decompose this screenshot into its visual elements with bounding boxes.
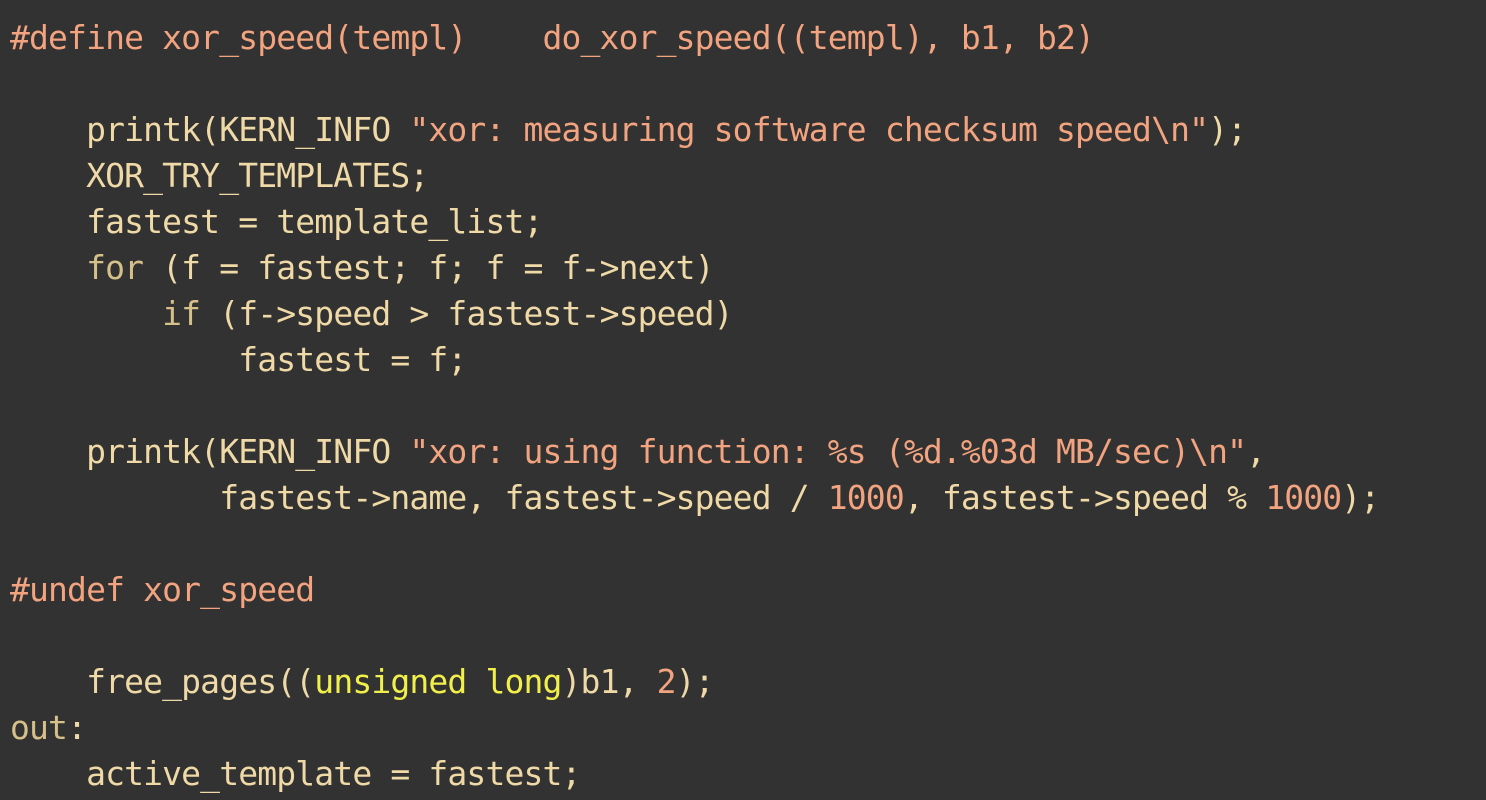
code-line: fastest = template_list;	[0, 199, 1486, 245]
code-line: fastest->name, fastest->speed / 1000, fa…	[0, 475, 1486, 521]
code-line: active_template = fastest;	[0, 751, 1486, 797]
code-token-kw: if	[162, 294, 201, 333]
code-line: out:	[0, 705, 1486, 751]
code-line: printk(KERN_INFO "xor: using function: %…	[0, 429, 1486, 475]
code-token-num: 1000	[827, 478, 905, 517]
code-token-default	[10, 294, 162, 333]
code-token-default: active_template = fastest;	[10, 754, 581, 793]
code-token-default: :	[67, 708, 87, 747]
code-token-default: );	[675, 662, 715, 701]
code-token-pre: #undef xor_speed	[10, 570, 315, 609]
code-token-default: (f->speed > fastest->speed)	[200, 294, 733, 333]
code-line: printk(KERN_INFO "xor: measuring softwar…	[0, 107, 1486, 153]
code-token-default: fastest = f;	[10, 340, 467, 379]
code-line: for (f = fastest; f; f = f->next)	[0, 245, 1486, 291]
code-editor[interactable]: #define xor_speed(templ) do_xor_speed((t…	[0, 0, 1486, 800]
code-line: if (f->speed > fastest->speed)	[0, 291, 1486, 337]
code-token-num: 2	[656, 662, 677, 701]
code-token-kw: for	[86, 248, 144, 287]
code-token-default: printk(KERN_INFO	[10, 110, 410, 149]
code-line: free_pages((unsigned long)b1, 2);	[0, 659, 1486, 705]
code-token-pre: #define xor_speed(templ) do_xor_speed((t…	[10, 18, 1095, 57]
code-token-num: 1000	[1265, 478, 1342, 517]
code-token-default	[10, 248, 86, 287]
code-token-default: (f = fastest; f; f = f->next)	[143, 248, 714, 287]
code-line: fastest = f;	[0, 337, 1486, 383]
code-token-default: );	[1208, 110, 1247, 149]
code-token-default: fastest = template_list;	[10, 202, 543, 241]
code-token-default: free_pages((	[10, 662, 315, 701]
code-token-default: )b1,	[561, 662, 657, 701]
code-token-default: fastest->name, fastest->speed /	[10, 478, 828, 517]
code-token-type: unsigned long	[314, 662, 562, 701]
code-line: #define xor_speed(templ) do_xor_speed((t…	[0, 15, 1486, 61]
code-token-default: , fastest->speed %	[903, 478, 1266, 517]
code-token-label: out	[10, 708, 68, 747]
code-token-str: "xor: using function: %s (%d.%03d MB/sec…	[409, 432, 1247, 471]
code-token-default: ,	[1246, 432, 1266, 471]
code-token-default: XOR_TRY_TEMPLATES;	[10, 156, 429, 195]
code-token-str: "xor: measuring software checksum speed\…	[409, 110, 1209, 149]
code-token-default: printk(KERN_INFO	[10, 432, 410, 471]
code-line: #undef xor_speed	[0, 567, 1486, 613]
code-token-default: );	[1341, 478, 1380, 517]
code-line: XOR_TRY_TEMPLATES;	[0, 153, 1486, 199]
